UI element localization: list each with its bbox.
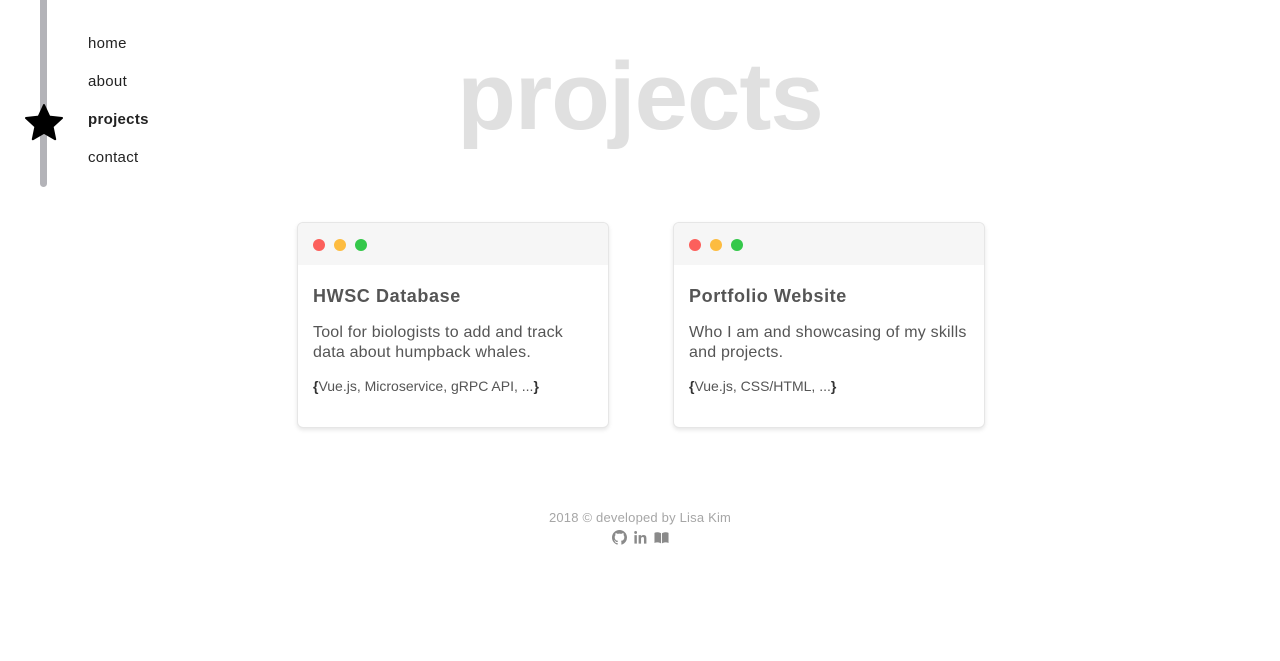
project-card-hwsc-database[interactable]: HWSC Database Tool for biologists to add… (297, 222, 609, 428)
nav-item-contact[interactable]: contact (88, 148, 149, 186)
project-title: HWSC Database (313, 286, 461, 306)
project-tags: {Vue.js, Microservice, gRPC API, ...} (313, 377, 593, 395)
project-description: Who I am and showcasing of my skills and… (689, 324, 967, 361)
close-brace: } (830, 378, 837, 394)
footer: 2018 © developed by Lisa Kim (0, 509, 1280, 545)
close-brace: } (533, 378, 539, 394)
window-minimize-dot (710, 239, 722, 251)
window-close-dot (313, 239, 325, 251)
card-body: HWSC Database Tool for biologists to add… (298, 265, 608, 395)
project-title: Portfolio Website (689, 286, 847, 306)
github-icon[interactable] (611, 530, 627, 545)
project-card-portfolio-website[interactable]: Portfolio Website Who I am and showcasin… (673, 222, 985, 428)
project-description: Tool for biologists to add and track dat… (313, 324, 564, 361)
footer-credit: 2018 © developed by Lisa Kim (548, 510, 732, 525)
window-maximize-dot (731, 239, 743, 251)
card-window-bar (298, 223, 608, 265)
card-body: Portfolio Website Who I am and showcasin… (674, 265, 984, 395)
linkedin-icon[interactable] (633, 530, 648, 545)
window-close-dot (689, 239, 701, 251)
project-tags: {Vue.js, CSS/HTML, ...} (689, 377, 969, 395)
book-icon[interactable] (653, 530, 669, 545)
project-tags-text: Vue.js, Microservice, gRPC API, ... (318, 378, 534, 394)
footer-social-links (0, 530, 1280, 545)
project-tags-text: Vue.js, CSS/HTML, ... (694, 378, 831, 394)
window-maximize-dot (355, 239, 367, 251)
card-window-bar (674, 223, 984, 265)
page-title: projects (457, 43, 823, 150)
window-minimize-dot (334, 239, 346, 251)
